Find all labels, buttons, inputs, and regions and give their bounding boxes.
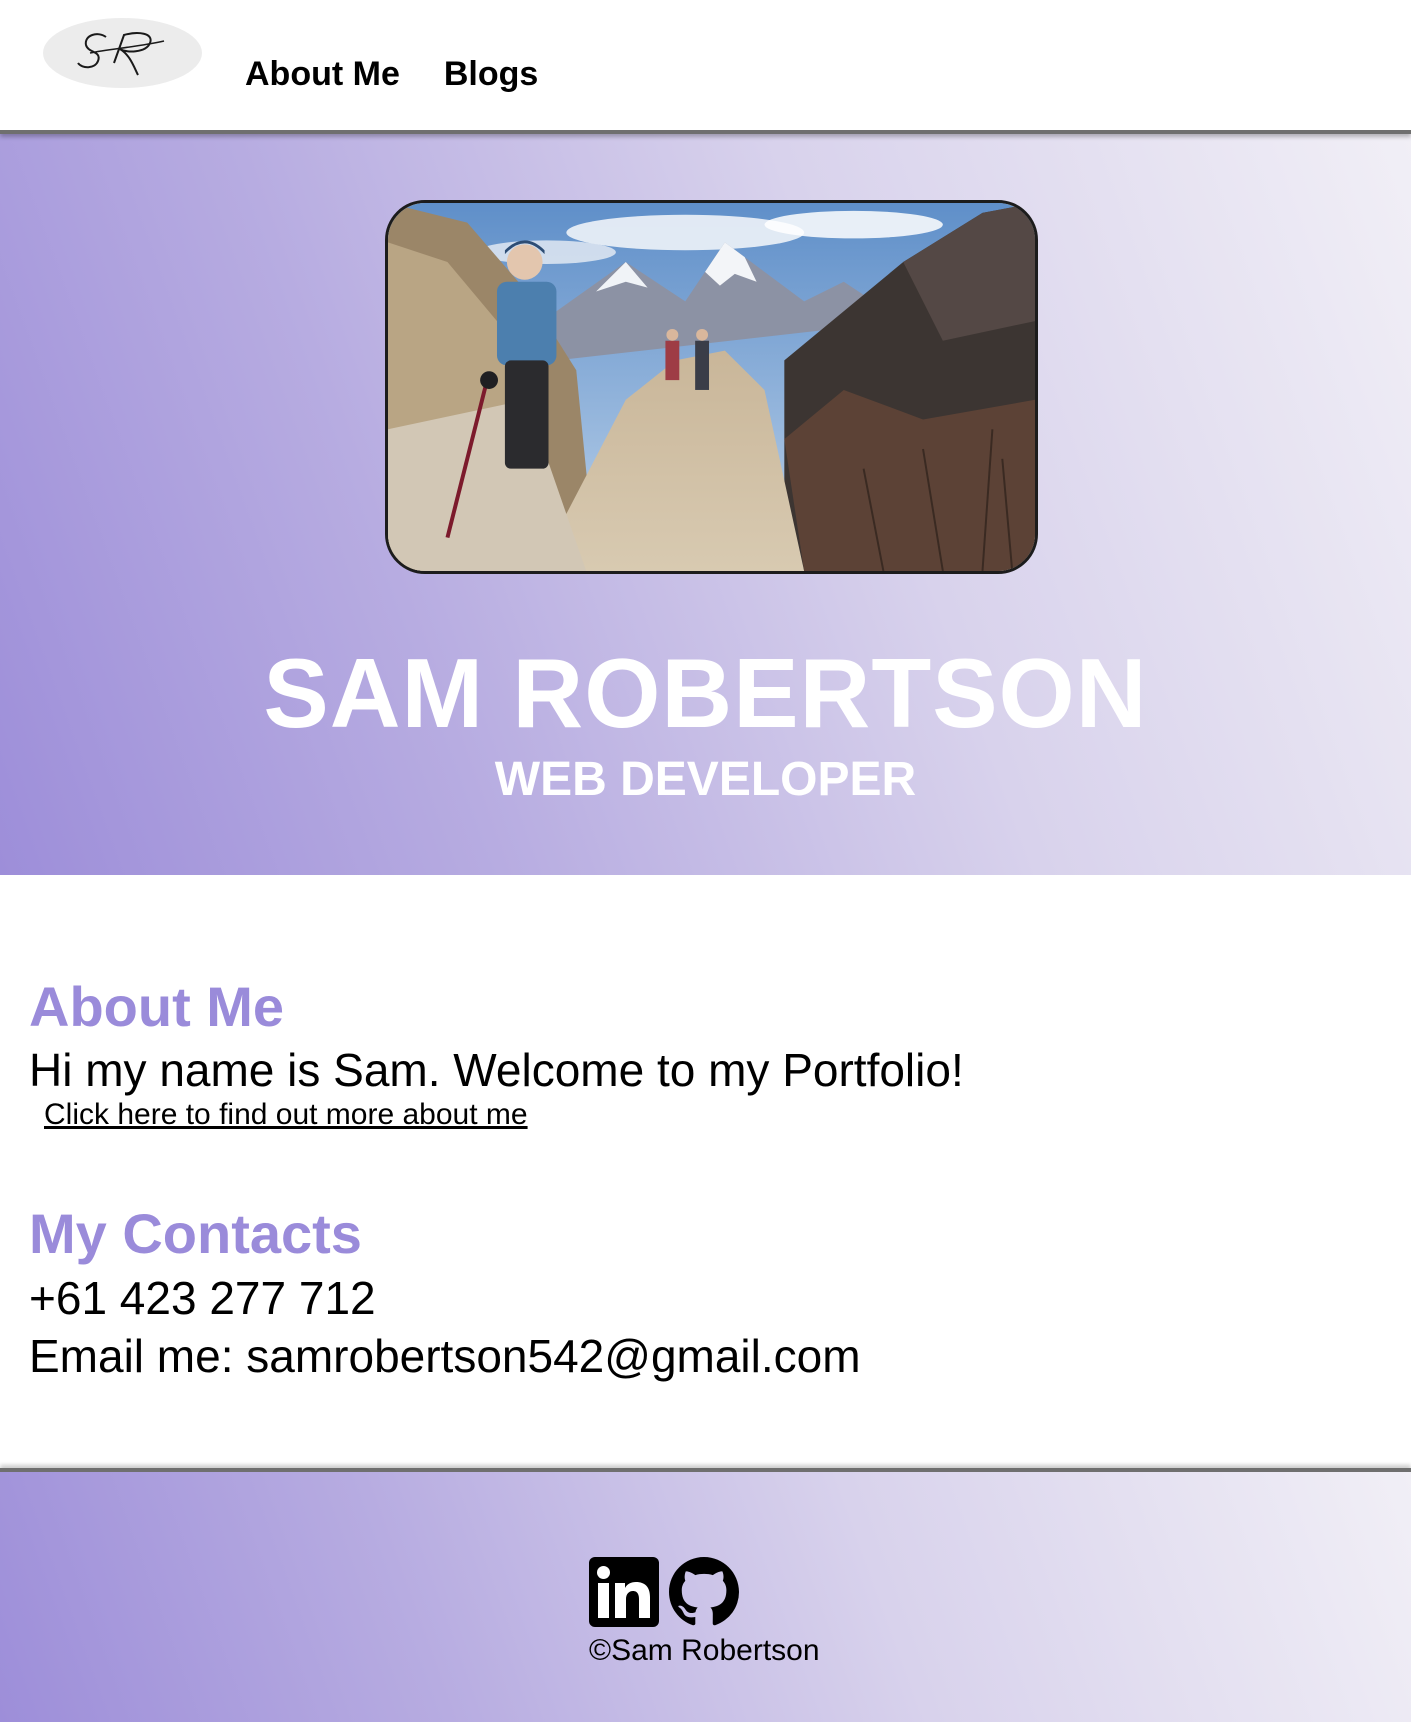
nav-link-blogs[interactable]: Blogs [444,55,538,94]
nav-link-about-me[interactable]: About Me [245,55,400,94]
main-nav: About Me Blogs [245,55,538,94]
copyright-text: ©Sam Robertson [589,1634,820,1667]
hero-role: WEB DEVELOPER [494,753,917,806]
hero-photo [385,200,1038,574]
github-link[interactable] [669,1557,739,1627]
about-more-link[interactable]: Click here to find out more about me [44,1100,528,1130]
about-intro: Hi my name is Sam. Welcome to my Portfol… [29,1044,964,1096]
signature-logo-icon [76,32,164,76]
linkedin-icon [589,1557,659,1627]
github-icon [669,1557,739,1626]
linkedin-link[interactable] [589,1557,659,1627]
hiking-photo-image [388,203,1035,571]
contacts-heading: My Contacts [29,1202,362,1265]
hero-banner: SAM ROBERTSON WEB DEVELOPER [0,134,1411,875]
hero-name: SAM ROBERTSON [263,638,1148,748]
about-heading: About Me [29,975,285,1038]
site-footer: ©Sam Robertson [0,1468,1411,1722]
sr-logo[interactable] [43,18,202,88]
contact-phone: +61 423 277 712 [29,1272,376,1324]
site-header: About Me Blogs [0,0,1411,134]
contact-email: Email me: samrobertson542@gmail.com [29,1330,861,1382]
social-links [589,1557,739,1627]
